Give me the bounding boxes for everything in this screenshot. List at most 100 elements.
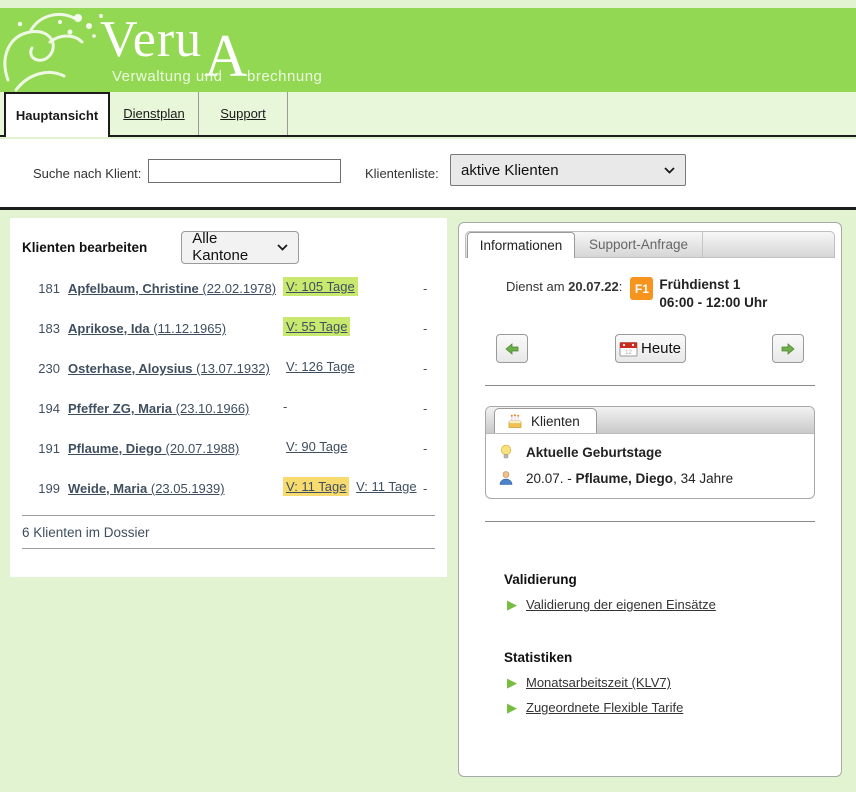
client-search-input[interactable] bbox=[148, 159, 341, 183]
chevron-down-icon bbox=[664, 167, 675, 174]
logo-tagline-right: brechnung bbox=[247, 68, 322, 85]
divider bbox=[485, 385, 815, 386]
client-id: 181 bbox=[24, 281, 60, 296]
tab-informationen[interactable]: Informationen bbox=[467, 232, 575, 258]
client-list-select-value: aktive Klienten bbox=[461, 162, 559, 179]
clients-panel-header: Klienten bearbeiten Alle Kantone bbox=[10, 218, 447, 264]
client-id: 194 bbox=[24, 401, 60, 416]
vacation-days-link[interactable]: V: 11 Tage bbox=[353, 477, 419, 496]
client-dob: (23.05.1939) bbox=[151, 481, 225, 496]
lightbulb-icon bbox=[498, 444, 514, 460]
vacation-days-link[interactable]: V: 90 Tage bbox=[283, 437, 350, 456]
vacation-days-link[interactable]: V: 11 Tage bbox=[283, 477, 349, 496]
client-name: Osterhase, Aloysius bbox=[68, 361, 193, 376]
birthday-heading-row: Aktuelle Geburtstage bbox=[498, 444, 802, 460]
canton-filter-value: Alle Kantone bbox=[192, 230, 277, 264]
vacation-days-link[interactable]: V: 105 Tage bbox=[283, 277, 358, 296]
next-day-button[interactable] bbox=[772, 334, 804, 363]
tab-dienstplan-label: Dienstplan bbox=[123, 106, 184, 121]
client-name-link[interactable]: Osterhase, Aloysius (13.07.1932) bbox=[68, 361, 270, 376]
app-header: Veru A Verwaltung und brechnung bbox=[0, 8, 856, 92]
chevron-down-icon bbox=[277, 244, 288, 251]
statistiken-link-row: ▶ Zugeordnete Flexible Tarife bbox=[507, 700, 841, 715]
dienst-label-text: Dienst am bbox=[506, 279, 568, 294]
client-row-dash: - bbox=[423, 401, 427, 416]
birthday-age: , 34 Jahre bbox=[673, 471, 733, 486]
dienst-label: Dienst am 20.07.22: bbox=[506, 279, 622, 294]
vacation-cell: V: 105 Tage bbox=[283, 279, 358, 294]
logo-verua: Veru bbox=[100, 10, 202, 69]
client-id: 183 bbox=[24, 321, 60, 336]
statistiken-title: Statistiken bbox=[504, 650, 841, 665]
client-dob: (23.10.1966) bbox=[176, 401, 250, 416]
vacation-cell: V: 55 Tage bbox=[283, 319, 350, 334]
tab-klienten[interactable]: Klienten bbox=[494, 408, 597, 433]
canton-filter-select[interactable]: Alle Kantone bbox=[181, 231, 299, 264]
client-row: 230 Osterhase, Aloysius (13.07.1932) V: … bbox=[10, 349, 447, 389]
dienst-name: Frühdienst 1 bbox=[659, 277, 740, 292]
tab-support[interactable]: Support bbox=[199, 92, 288, 135]
vacation-cell: V: 11 Tage V: 11 Tage bbox=[283, 479, 420, 494]
divider bbox=[22, 548, 435, 549]
client-name-link[interactable]: Weide, Maria (23.05.1939) bbox=[68, 481, 225, 496]
klienten-box-body: Aktuelle Geburtstage 20.07. - Pflaume, D… bbox=[486, 434, 814, 498]
tab-support-label: Support bbox=[220, 106, 266, 121]
date-navigation: 12 Heute bbox=[496, 334, 804, 363]
client-list-label: Klientenliste: bbox=[365, 166, 439, 181]
client-row: 183 Aprikose, Ida (11.12.1965) V: 55 Tag… bbox=[10, 309, 447, 349]
client-dob: (22.02.1978) bbox=[202, 281, 276, 296]
client-name-link[interactable]: Pflaume, Diego (20.07.1988) bbox=[68, 441, 239, 456]
klienten-box: Klienten Aktuelle Geburtstage 20.07. - P… bbox=[485, 406, 815, 499]
dienst-info-row: Dienst am 20.07.22: F1 Frühdienst 1 06:0… bbox=[506, 276, 841, 312]
green-triangle-bullet: ▶ bbox=[507, 676, 517, 689]
dienst-details: Frühdienst 1 06:00 - 12:00 Uhr bbox=[659, 276, 767, 312]
client-name: Pfeffer ZG, Maria bbox=[68, 401, 172, 416]
validierung-title: Validierung bbox=[504, 572, 841, 587]
tab-support-anfrage[interactable]: Support-Anfrage bbox=[575, 232, 703, 257]
client-name-link[interactable]: Apfelbaum, Christine (22.02.1978) bbox=[68, 281, 276, 296]
vacation-cell: V: 90 Tage bbox=[283, 439, 350, 454]
vacation-days-link[interactable]: V: 55 Tage bbox=[283, 317, 350, 336]
flexible-tarife-link[interactable]: Zugeordnete Flexible Tarife bbox=[523, 700, 683, 715]
birthday-entry-row: 20.07. - Pflaume, Diego, 34 Jahre bbox=[498, 470, 802, 486]
birthday-date: 20.07. - bbox=[526, 471, 576, 486]
validierung-eigene-einsaetze-link[interactable]: Validierung der eigenen Einsätze bbox=[523, 597, 716, 612]
validierung-link-row: ▶ Validierung der eigenen Einsätze bbox=[507, 597, 841, 612]
tab-hauptansicht-label: Hauptansicht bbox=[16, 108, 98, 123]
person-icon bbox=[498, 470, 514, 486]
tab-hauptansicht[interactable]: Hauptansicht bbox=[4, 92, 110, 137]
dienst-colon: : bbox=[619, 279, 623, 294]
dienst-time: 06:00 - 12:00 Uhr bbox=[659, 295, 767, 310]
today-button-label: Heute bbox=[641, 340, 681, 357]
client-id: 230 bbox=[24, 361, 60, 376]
monatsarbeitszeit-link[interactable]: Monatsarbeitszeit (KLV7) bbox=[523, 675, 671, 690]
statistiken-link-row: ▶ Monatsarbeitszeit (KLV7) bbox=[507, 675, 841, 690]
tab-dienstplan[interactable]: Dienstplan bbox=[110, 92, 199, 135]
client-name: Weide, Maria bbox=[68, 481, 147, 496]
clients-panel: Klienten bearbeiten Alle Kantone 181 Apf… bbox=[10, 218, 447, 577]
birthday-entry: 20.07. - Pflaume, Diego, 34 Jahre bbox=[526, 471, 733, 486]
search-label: Suche nach Klient: bbox=[33, 166, 141, 181]
previous-day-button[interactable] bbox=[496, 334, 528, 363]
vacation-cell: V: 126 Tage bbox=[283, 359, 358, 374]
today-button[interactable]: 12 Heute bbox=[615, 334, 686, 363]
client-list-select[interactable]: aktive Klienten bbox=[450, 154, 686, 186]
client-row: 194 Pfeffer ZG, Maria (23.10.1966) - - bbox=[10, 389, 447, 429]
verua-app: { "header": { "logo_main": "Veru", "logo… bbox=[0, 0, 856, 792]
divider bbox=[485, 521, 815, 522]
client-name-link[interactable]: Pfeffer ZG, Maria (23.10.1966) bbox=[68, 401, 249, 416]
client-row: 191 Pflaume, Diego (20.07.1988) V: 90 Ta… bbox=[10, 429, 447, 469]
client-dob: (20.07.1988) bbox=[166, 441, 240, 456]
info-panel: Informationen Support-Anfrage Dienst am … bbox=[458, 222, 842, 777]
client-id: 191 bbox=[24, 441, 60, 456]
main-tab-strip: Hauptansicht Dienstplan Support bbox=[0, 92, 856, 137]
client-row: 181 Apfelbaum, Christine (22.02.1978) V:… bbox=[10, 269, 447, 309]
green-triangle-bullet: ▶ bbox=[507, 701, 517, 714]
vacation-days-link[interactable]: V: 126 Tage bbox=[283, 357, 358, 376]
birthday-heading: Aktuelle Geburtstage bbox=[526, 445, 662, 460]
dienst-date: 20.07.22 bbox=[568, 279, 619, 294]
client-name-link[interactable]: Aprikose, Ida (11.12.1965) bbox=[68, 321, 226, 336]
tab-informationen-label: Informationen bbox=[480, 238, 563, 253]
clients-panel-title: Klienten bearbeiten bbox=[22, 240, 147, 255]
client-row-dash: - bbox=[423, 441, 427, 456]
